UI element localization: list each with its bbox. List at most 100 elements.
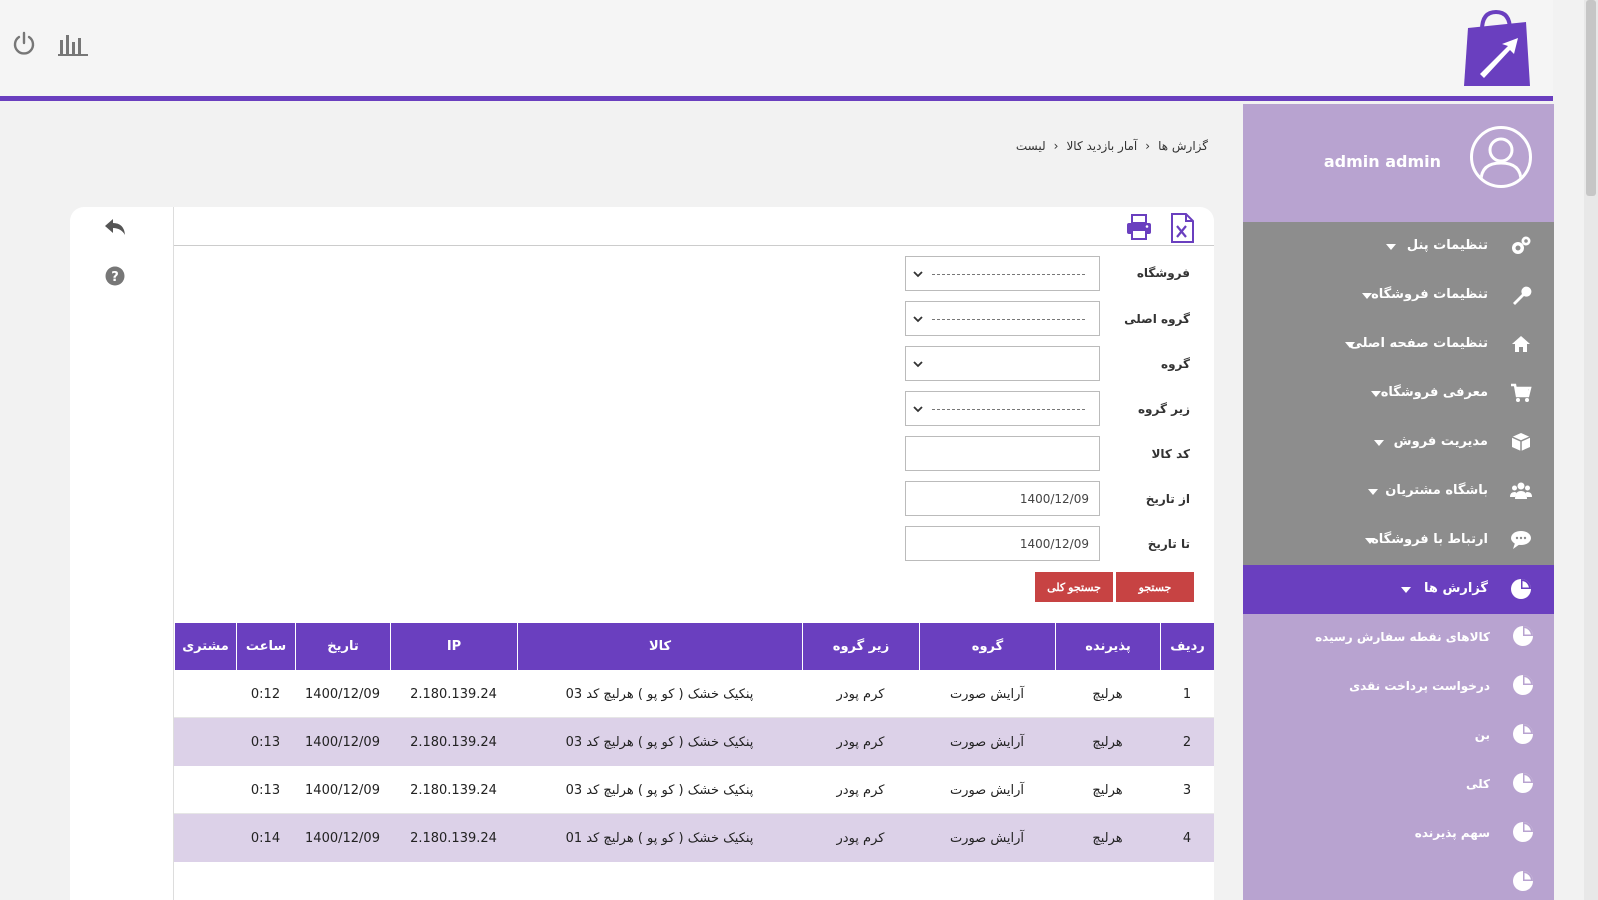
sidebar-menu: تنظیمات پنل تنظیمات فروشگاه تنظیمات صفحه… — [1243, 222, 1554, 900]
col-header-time[interactable]: ساعت — [236, 623, 295, 670]
store-select[interactable] — [905, 256, 1100, 291]
table-row[interactable]: 2 هرلیچ آرایش صورت کرم پودر پنکیک خشک ( … — [174, 718, 1214, 766]
chevron-down-icon — [1362, 293, 1372, 299]
cell-date: 1400/12/09 — [305, 734, 380, 750]
breadcrumb-separator: ‹ — [1053, 139, 1059, 153]
table-row-partial[interactable] — [174, 862, 1214, 900]
sidebar-item-customer-club[interactable]: باشگاه مشتریان — [1243, 467, 1554, 516]
sidebar-item-reports[interactable]: گزارش ها — [1243, 565, 1554, 614]
cell-time: 0:12 — [250, 686, 281, 702]
gears-icon — [1510, 235, 1532, 257]
cell-group: آرایش صورت — [949, 686, 1025, 702]
users-icon — [1510, 480, 1532, 502]
cell-subgroup: کرم پودر — [836, 782, 885, 798]
breadcrumb: گزارش ها ‹ آمار بازدید کالا ‹ لیست — [1016, 139, 1208, 153]
wrench-icon — [1510, 284, 1532, 306]
box-icon — [1510, 431, 1532, 453]
cell-group: آرایش صورت — [949, 734, 1025, 750]
from-date-label: از تاریخ — [1145, 492, 1190, 506]
table-row[interactable]: 3 هرلیچ آرایش صورت کرم پودر پنکیک خشک ( … — [174, 766, 1214, 814]
home-icon — [1510, 333, 1532, 355]
sidebar-item-label: مدیریت فروش — [1393, 434, 1488, 449]
subitem-label: کالاهای نقطه سفارش رسیده — [1315, 630, 1490, 644]
from-date-input[interactable]: 1400/12/09 — [905, 481, 1100, 516]
chevron-down-icon — [911, 402, 925, 416]
subitem-general[interactable]: کلی — [1243, 761, 1554, 810]
chevron-down-icon — [911, 267, 925, 281]
search-button[interactable]: جستجو — [1116, 572, 1194, 602]
cell-acceptor: هرلیچ — [1092, 686, 1123, 702]
reports-submenu: کالاهای نقطه سفارش رسیده درخواست پرداخت … — [1243, 614, 1554, 900]
subitem-acceptor-share[interactable]: سهم پذیرنده — [1243, 810, 1554, 859]
profile-panel: admin admin — [1243, 104, 1554, 222]
cell-acceptor: هرلیچ — [1092, 830, 1123, 846]
select-empty-indicator — [932, 319, 1085, 320]
cell-time: 0:13 — [250, 734, 281, 750]
subitem-label: سهم پذیرنده — [1414, 826, 1490, 840]
sidebar-item-label: تنظیمات فروشگاه — [1371, 287, 1488, 302]
sidebar-item-contact-store[interactable]: ارتباط با فروشگاه — [1243, 516, 1554, 565]
col-header-ip[interactable]: IP — [390, 623, 517, 670]
subitem-label: بن — [1474, 728, 1490, 742]
col-header-group[interactable]: گروه — [919, 623, 1055, 670]
cell-date: 1400/12/09 — [305, 782, 380, 798]
sidebar-item-label: تنظیمات پنل — [1406, 238, 1488, 253]
shopping-bag-logo-icon[interactable] — [1460, 8, 1532, 90]
print-icon[interactable] — [1125, 213, 1153, 241]
main-group-label: گروه اصلی — [1124, 312, 1190, 326]
cell-customer — [174, 814, 236, 862]
bar-chart-icon[interactable] — [57, 28, 89, 60]
sidebar-item-label: تنظیمات صفحه اصلی — [1349, 336, 1488, 351]
breadcrumb-reports[interactable]: گزارش ها — [1158, 139, 1208, 153]
group-label: گروه — [1161, 357, 1190, 371]
sidebar-item-homepage-settings[interactable]: تنظیمات صفحه اصلی — [1243, 320, 1554, 369]
subgroup-select[interactable] — [905, 391, 1100, 426]
top-header — [0, 0, 1553, 96]
sidebar-item-sales-management[interactable]: مدیریت فروش — [1243, 418, 1554, 467]
main-group-select[interactable] — [905, 301, 1100, 336]
cell-row-number: 1 — [1182, 686, 1192, 702]
excel-icon[interactable] — [1169, 213, 1197, 243]
page-scrollbar[interactable] — [1584, 0, 1598, 900]
sidebar-item-panel-settings[interactable]: تنظیمات پنل — [1243, 222, 1554, 271]
subitem-more[interactable] — [1243, 859, 1554, 900]
power-icon[interactable] — [8, 28, 40, 60]
col-header-customer[interactable]: مشتری — [174, 623, 236, 670]
reply-icon[interactable] — [103, 215, 127, 239]
col-header-acceptor[interactable]: پذیرنده — [1055, 623, 1160, 670]
help-icon[interactable]: ? — [103, 264, 127, 288]
col-header-subgroup[interactable]: زیر گروه — [802, 623, 919, 670]
table-row[interactable]: 4 هرلیچ آرایش صورت کرم پودر پنکیک خشک ( … — [174, 814, 1214, 862]
cell-subgroup: کرم پودر — [836, 686, 885, 702]
cell-product: پنکیک خشک ( کو پو ) هرلیچ کد 03 — [565, 734, 754, 750]
breadcrumb-product-visits[interactable]: آمار بازدید کالا — [1066, 139, 1137, 153]
cell-ip: 2.180.139.24 — [410, 830, 497, 846]
cell-group: آرایش صورت — [949, 782, 1025, 798]
cell-subgroup: کرم پودر — [836, 734, 885, 750]
cell-row-number: 4 — [1182, 830, 1192, 846]
to-date-input[interactable]: 1400/12/09 — [905, 526, 1100, 561]
select-empty-indicator — [932, 409, 1085, 410]
to-date-value: 1400/12/09 — [1019, 537, 1089, 551]
cell-product: پنکیک خشک ( کو پو ) هرلیچ کد 03 — [565, 782, 754, 798]
sidebar-item-store-intro[interactable]: معرفی فروشگاه — [1243, 369, 1554, 418]
subitem-bon[interactable]: بن — [1243, 712, 1554, 761]
sidebar-item-label: گزارش ها — [1424, 581, 1488, 596]
cell-date: 1400/12/09 — [305, 830, 380, 846]
svg-text:?: ? — [111, 270, 119, 285]
product-code-input[interactable] — [905, 436, 1100, 471]
sidebar-item-store-settings[interactable]: تنظیمات فروشگاه — [1243, 271, 1554, 320]
col-header-date[interactable]: تاریخ — [295, 623, 390, 670]
group-select[interactable] — [905, 346, 1100, 381]
col-header-row[interactable]: ردیف — [1160, 623, 1214, 670]
search-all-button[interactable]: جستجو کلی — [1035, 572, 1113, 602]
col-header-product[interactable]: کالا — [517, 623, 802, 670]
table-row[interactable]: 1 هرلیچ آرایش صورت کرم پودر پنکیک خشک ( … — [174, 670, 1214, 718]
subitem-label: درخواست پرداخت نقدی — [1349, 679, 1490, 693]
user-avatar-icon[interactable] — [1470, 126, 1532, 188]
subitem-cash-payment-request[interactable]: درخواست پرداخت نقدی — [1243, 663, 1554, 712]
subitem-reorder-point-products[interactable]: کالاهای نقطه سفارش رسیده — [1243, 614, 1554, 663]
toolbar-divider — [174, 245, 1214, 246]
scrollbar-thumb[interactable] — [1586, 0, 1596, 196]
sidebar-item-label: معرفی فروشگاه — [1380, 385, 1488, 400]
